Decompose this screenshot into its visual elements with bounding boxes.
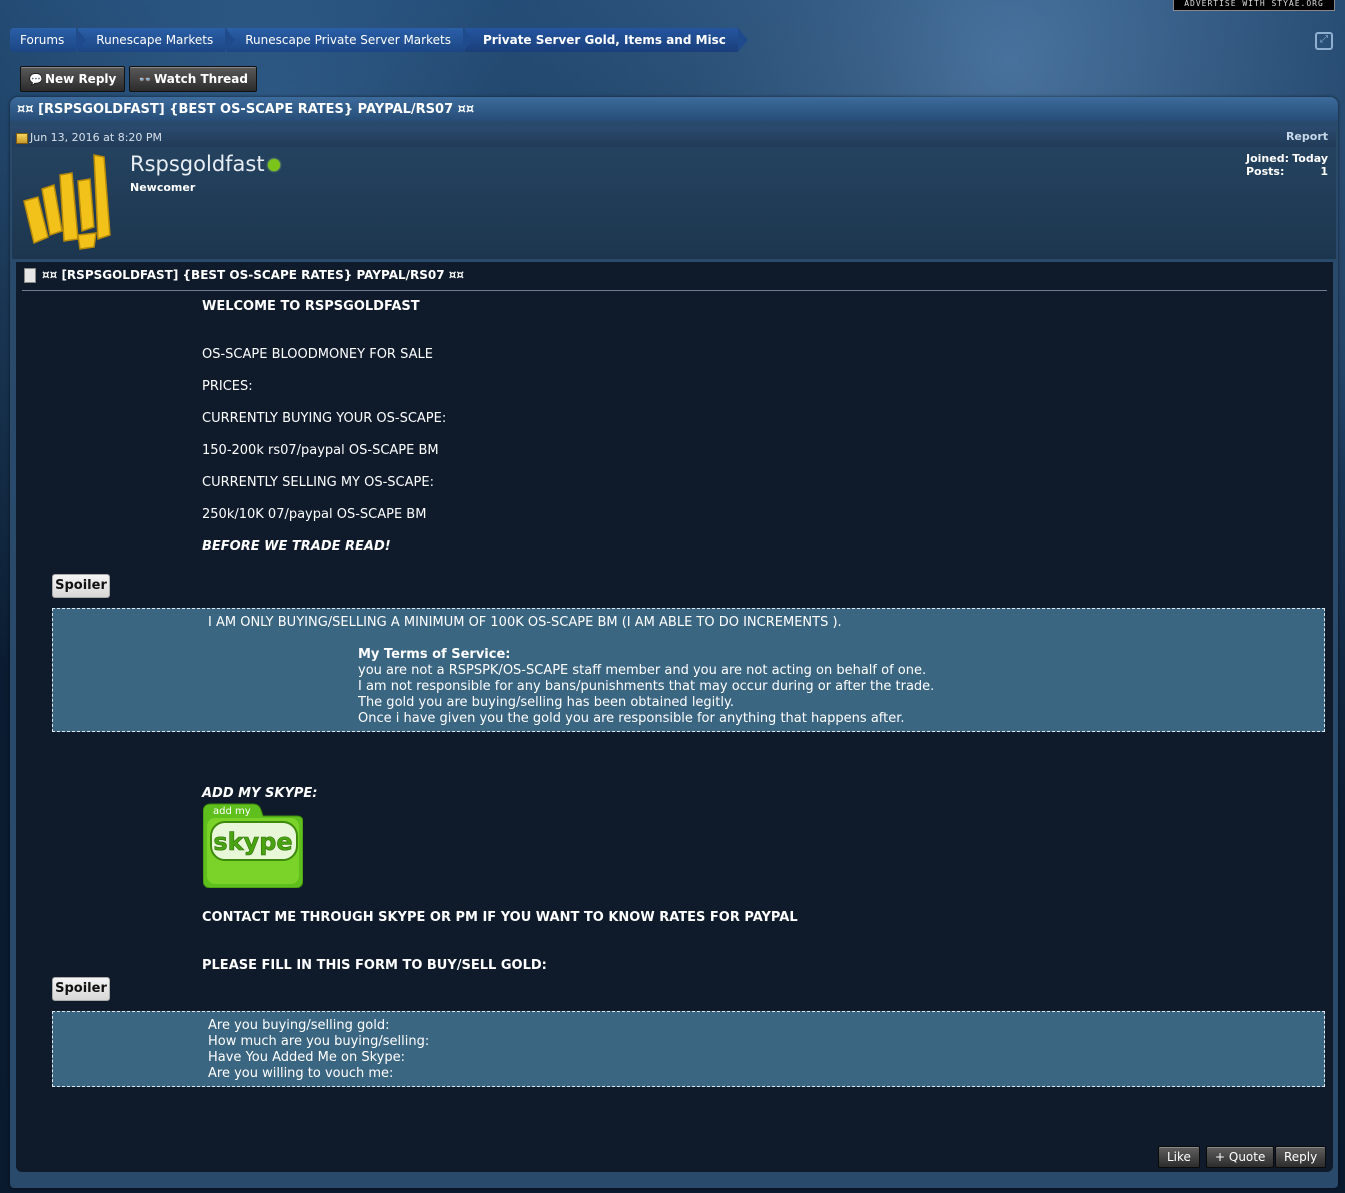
breadcrumb-private-server-markets[interactable]: Runescape Private Server Markets xyxy=(227,28,473,52)
author-name[interactable]: Rspsgoldfast xyxy=(130,152,265,176)
spoiler-button-1[interactable]: Spoiler xyxy=(52,574,110,598)
breadcrumb: Forums Runescape Markets Runescape Priva… xyxy=(10,28,748,52)
contact-line: CONTACT ME THROUGH SKYPE OR PM IF YOU WA… xyxy=(202,910,798,925)
form-question: Are you buying/selling gold: xyxy=(208,1018,390,1033)
tos-line: Once i have given you the gold you are r… xyxy=(358,711,905,726)
reply-button[interactable]: Reply xyxy=(1275,1146,1327,1168)
advertise-strip[interactable]: ADVERTISE WITH STYAE.ORG xyxy=(1173,0,1335,11)
buying-line: CURRENTLY BUYING YOUR OS-SCAPE: xyxy=(202,411,447,426)
posts-value[interactable]: 1 xyxy=(1320,165,1328,178)
author-area: Rspsgoldfast Newcomer Joined: Today Posts… xyxy=(12,147,1336,259)
form-question: How much are you buying/selling: xyxy=(208,1034,430,1049)
minimum-notice: I AM ONLY BUYING/SELLING A MINIMUM OF 10… xyxy=(208,615,842,630)
calendar-icon xyxy=(16,133,28,144)
add-skype-line: ADD MY SKYPE: xyxy=(202,786,318,801)
like-button[interactable]: Like xyxy=(1158,1146,1200,1168)
spoiler-content-2: Are you buying/selling gold: How much ar… xyxy=(52,1011,1325,1087)
spoiler-content-1: I AM ONLY BUYING/SELLING A MINIMUM OF 10… xyxy=(52,608,1325,732)
for-sale-line: OS-SCAPE BLOODMONEY FOR SALE xyxy=(202,347,433,362)
welcome-line: WELCOME TO RSPSGOLDFAST xyxy=(202,299,420,314)
tos-title: My Terms of Service: xyxy=(358,647,511,662)
expand-icon[interactable]: ⤢ xyxy=(1315,32,1333,50)
post-heading-text: ¤¤ [RSPSGOLDFAST] {BEST OS-SCAPE RATES} … xyxy=(42,268,465,282)
form-question: Are you willing to vouch me: xyxy=(208,1066,394,1081)
buy-rate-line: 150-200k rs07/paypal OS-SCAPE BM xyxy=(202,443,439,458)
online-status-icon xyxy=(268,159,280,171)
tos-line: you are not a RSPSPK/OS-SCAPE staff memb… xyxy=(358,663,927,678)
post-heading: ¤¤ [RSPSGOLDFAST] {BEST OS-SCAPE RATES} … xyxy=(22,268,1327,291)
breadcrumb-current[interactable]: Private Server Gold, Items and Misc xyxy=(464,28,748,52)
post-meta-bar: Jun 13, 2016 at 8:20 PM Report xyxy=(12,127,1336,147)
joined-value: Today xyxy=(1292,152,1328,165)
thread-title: ¤¤ [RSPSGOLDFAST] {BEST OS-SCAPE RATES} … xyxy=(10,97,1338,121)
joined-label: Joined: xyxy=(1246,152,1289,165)
author-title: Newcomer xyxy=(130,181,196,194)
skype-logo-text: skype xyxy=(213,828,292,856)
skype-badge-top-text: add my xyxy=(213,806,251,817)
fill-form-line: PLEASE FILL IN THIS FORM TO BUY/SELL GOL… xyxy=(202,958,547,973)
report-link[interactable]: Report xyxy=(1286,130,1328,143)
watch-thread-button[interactable]: 👓 Watch Thread xyxy=(129,66,257,92)
avatar[interactable] xyxy=(18,153,118,253)
breadcrumb-forums[interactable]: Forums xyxy=(10,28,87,52)
speech-bubble-icon: 💬 xyxy=(29,73,43,86)
sell-rate-line: 250k/10K 07/paypal OS-SCAPE BM xyxy=(202,507,427,522)
breadcrumb-runescape-markets[interactable]: Runescape Markets xyxy=(78,28,236,52)
new-reply-button[interactable]: 💬 New Reply xyxy=(20,66,126,92)
new-reply-label: New Reply xyxy=(45,72,117,86)
author-stats: Joined: Today Posts: 1 xyxy=(1246,152,1328,178)
post-body: ¤¤ [RSPSGOLDFAST] {BEST OS-SCAPE RATES} … xyxy=(16,262,1333,1172)
post-date[interactable]: Jun 13, 2016 at 8:20 PM xyxy=(30,131,162,144)
spoiler-button-2[interactable]: Spoiler xyxy=(52,977,110,1001)
tos-line: I am not responsible for any bans/punish… xyxy=(358,679,935,694)
binoculars-icon: 👓 xyxy=(138,73,152,86)
form-question: Have You Added Me on Skype: xyxy=(208,1050,405,1065)
selling-line: CURRENTLY SELLING MY OS-SCAPE: xyxy=(202,475,434,490)
quote-button[interactable]: + Quote xyxy=(1206,1146,1275,1168)
skype-badge-image[interactable]: add my skype xyxy=(203,802,303,888)
watch-thread-label: Watch Thread xyxy=(154,72,248,86)
prices-line: PRICES: xyxy=(202,379,253,394)
document-icon xyxy=(24,268,36,283)
posts-label: Posts: xyxy=(1246,165,1285,178)
tos-line: The gold you are buying/selling has been… xyxy=(358,695,734,710)
before-trade-line: BEFORE WE TRADE READ! xyxy=(202,539,391,554)
